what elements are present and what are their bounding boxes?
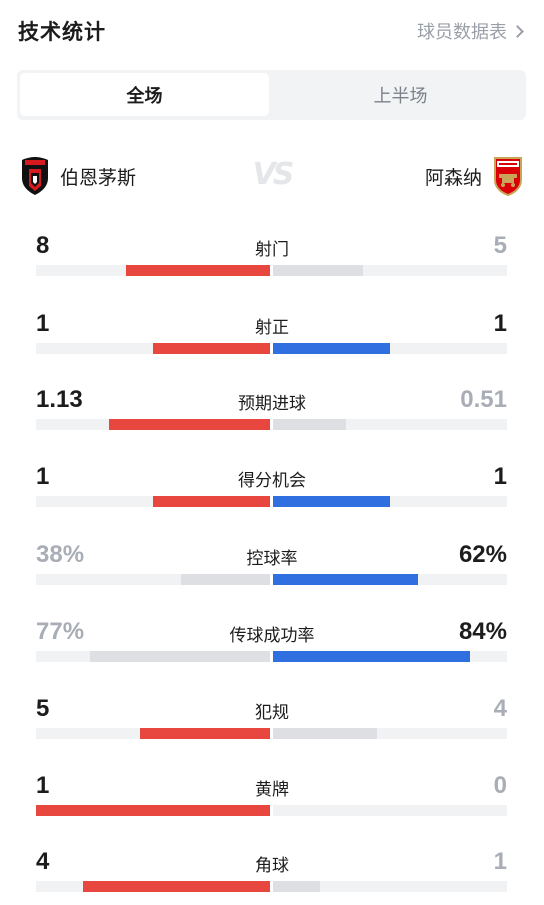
- home-bar-fill: [181, 574, 270, 585]
- away-bar-track: [273, 343, 507, 354]
- stat-row: 1 得分机会 1: [0, 458, 544, 518]
- away-bar-track: [273, 805, 507, 816]
- away-value: 1: [493, 463, 507, 490]
- stat-row: 77% 传球成功率 84%: [0, 613, 544, 673]
- away-bar-fill: [273, 651, 470, 662]
- player-stats-link-label: 球员数据表: [417, 22, 507, 43]
- away-bar-track: [273, 419, 507, 430]
- away-bar-fill: [273, 496, 390, 507]
- page-title: 技术统计: [18, 20, 106, 44]
- stat-label: 黄牌: [255, 780, 289, 800]
- home-bar-track: [36, 496, 270, 507]
- home-bar-track: [36, 881, 270, 892]
- stat-row: 1 黄牌 0: [0, 767, 544, 827]
- home-bar-fill: [36, 805, 270, 816]
- home-bar-track: [36, 574, 270, 585]
- away-bar-track: [273, 574, 507, 585]
- header: 技术统计 球员数据表: [0, 0, 544, 60]
- away-bar-fill: [273, 265, 363, 276]
- home-bar-fill: [126, 265, 270, 276]
- away-bar-fill: [273, 574, 418, 585]
- home-bar-track: [36, 343, 270, 354]
- home-bar-fill: [109, 419, 270, 430]
- away-value: 62%: [458, 541, 507, 568]
- home-bar-fill: [140, 728, 270, 739]
- away-value: 0.51: [460, 386, 507, 413]
- stat-label: 射门: [255, 240, 289, 260]
- away-team-name: 阿森纳: [424, 166, 482, 189]
- stat-row: 1.13 预期进球 0.51: [0, 381, 544, 441]
- home-bar-fill: [83, 881, 270, 892]
- home-bar-track: [36, 419, 270, 430]
- stat-row: 4 角球 1: [0, 843, 544, 903]
- away-value: 1: [493, 310, 507, 337]
- away-value: 0: [493, 772, 507, 799]
- stat-row: 5 犯规 4: [0, 690, 544, 750]
- home-bar-track: [36, 651, 270, 662]
- home-bar-track: [36, 728, 270, 739]
- stat-row: 1 射正 1: [0, 305, 544, 365]
- stat-label: 射正: [255, 318, 289, 338]
- away-bar-track: [273, 651, 507, 662]
- period-tabs: 全场 上半场: [17, 70, 526, 120]
- away-value: 4: [493, 695, 507, 722]
- away-bar-fill: [273, 343, 390, 354]
- away-value: 5: [493, 232, 507, 259]
- away-team[interactable]: 阿森纳: [425, 156, 524, 196]
- stat-label: 得分机会: [238, 471, 306, 491]
- arsenal-crest-icon: [494, 157, 522, 196]
- home-bar-fill: [90, 651, 270, 662]
- away-value: 1: [493, 848, 507, 875]
- vs-icon: VS: [252, 156, 295, 192]
- stat-label: 角球: [255, 856, 289, 876]
- home-team[interactable]: 伯恩茅斯: [20, 156, 136, 196]
- home-team-name: 伯恩茅斯: [60, 166, 137, 189]
- away-bar-track: [273, 265, 507, 276]
- home-bar-track: [36, 805, 270, 816]
- away-bar-fill: [273, 419, 346, 430]
- away-value: 84%: [458, 618, 507, 645]
- bournemouth-crest-icon: [22, 157, 48, 195]
- player-stats-link[interactable]: 球员数据表: [417, 18, 524, 44]
- tab-full-match[interactable]: 全场: [20, 73, 269, 116]
- away-bar-fill: [273, 728, 377, 739]
- chevron-right-icon: [511, 25, 524, 38]
- stat-label: 犯规: [255, 703, 289, 723]
- home-bar-track: [36, 265, 270, 276]
- away-bar-track: [273, 881, 507, 892]
- stat-row: 38% 控球率 62%: [0, 536, 544, 596]
- stat-row: 8 射门 5: [0, 227, 544, 287]
- home-bar-fill: [153, 343, 270, 354]
- home-bar-fill: [153, 496, 270, 507]
- teams-header: 伯恩茅斯 VS 阿森纳: [0, 150, 544, 202]
- away-bar-fill: [273, 881, 320, 892]
- away-bar-track: [273, 728, 507, 739]
- tab-first-half[interactable]: 上半场: [276, 73, 525, 116]
- away-bar-track: [273, 496, 507, 507]
